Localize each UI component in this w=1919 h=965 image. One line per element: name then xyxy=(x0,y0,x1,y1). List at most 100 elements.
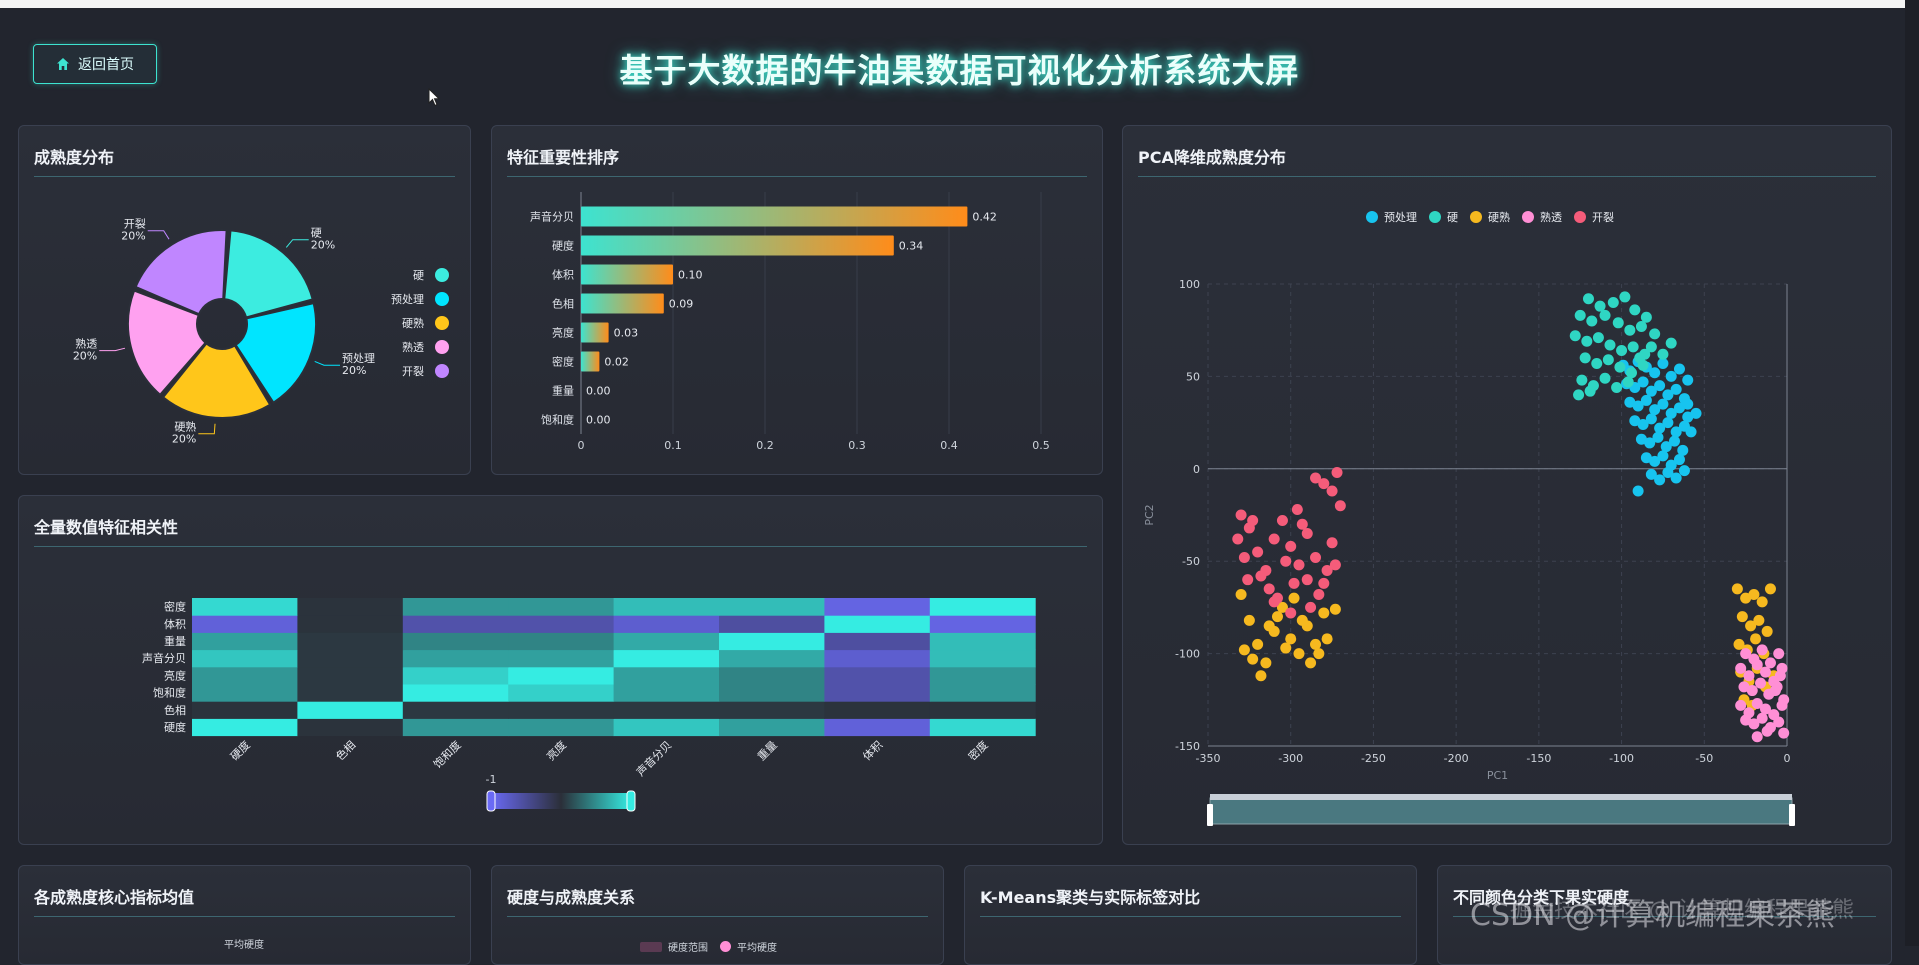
scatter-point[interactable] xyxy=(1670,472,1682,484)
scatter-point[interactable] xyxy=(1331,466,1343,478)
scatter-point[interactable] xyxy=(1252,546,1264,558)
scatter-legend-marker[interactable] xyxy=(1522,211,1534,223)
heatmap-cell[interactable] xyxy=(508,701,615,719)
scatter-point[interactable] xyxy=(1310,552,1322,564)
heatmap-cell[interactable] xyxy=(508,649,615,668)
heatmap-cell[interactable] xyxy=(192,701,298,719)
scatter-point[interactable] xyxy=(1599,309,1611,321)
scatter-point[interactable] xyxy=(1640,311,1652,323)
scatter-point[interactable] xyxy=(1751,659,1763,671)
heatmap-cell[interactable] xyxy=(613,649,720,668)
heatmap-cell[interactable] xyxy=(719,649,825,668)
scatter-point[interactable] xyxy=(1260,657,1272,669)
scatter-point[interactable] xyxy=(1276,515,1288,527)
heatmap-cell[interactable] xyxy=(719,632,825,651)
heatmap-cell[interactable] xyxy=(402,684,509,702)
heatmap-cell[interactable] xyxy=(929,649,1036,668)
scatter-point[interactable] xyxy=(1616,345,1628,357)
scatter-point[interactable] xyxy=(1285,633,1297,645)
heatmap-cell[interactable] xyxy=(192,615,298,633)
visualmap-handle-min[interactable] xyxy=(486,790,496,812)
scatter-point[interactable] xyxy=(1263,583,1275,595)
scatter-point[interactable] xyxy=(1285,540,1297,552)
scatter-point[interactable] xyxy=(1288,577,1300,589)
heatmap-cell[interactable] xyxy=(613,666,720,685)
scatter-point[interactable] xyxy=(1624,324,1636,336)
window-scrollbar-track[interactable] xyxy=(1905,0,1919,946)
heatmap-cell[interactable] xyxy=(297,718,404,737)
heatmap-cell[interactable] xyxy=(192,632,298,651)
scatter-point[interactable] xyxy=(1635,321,1647,333)
heatmap-cell[interactable] xyxy=(297,666,404,685)
pie-legend-marker[interactable] xyxy=(435,364,449,378)
heatmap-cell[interactable] xyxy=(297,632,404,651)
zoom-handle-left[interactable] xyxy=(1207,804,1213,826)
heatmap-cell[interactable] xyxy=(719,615,825,633)
heatmap-cell[interactable] xyxy=(824,684,931,702)
scatter-point[interactable] xyxy=(1293,559,1305,571)
scatter-point[interactable] xyxy=(1238,552,1250,564)
heatmap-cell[interactable] xyxy=(929,666,1036,685)
scatter-point[interactable] xyxy=(1591,357,1603,369)
scatter-point[interactable] xyxy=(1685,426,1697,438)
bar-mark[interactable] xyxy=(581,264,673,285)
heatmap-cell[interactable] xyxy=(929,718,1036,737)
scatter-legend-marker[interactable] xyxy=(1470,211,1482,223)
heatmap-cell[interactable] xyxy=(508,632,615,651)
bar-mark[interactable] xyxy=(581,322,609,343)
scatter-point[interactable] xyxy=(1592,332,1604,344)
scatter-point[interactable] xyxy=(1329,559,1341,571)
scatter-point[interactable] xyxy=(1313,588,1325,600)
heatmap-cell[interactable] xyxy=(824,649,931,668)
scatter-point[interactable] xyxy=(1764,583,1776,595)
scatter-point[interactable] xyxy=(1329,603,1341,615)
heatmap-cell[interactable] xyxy=(508,615,615,633)
scatter-point[interactable] xyxy=(1750,633,1762,645)
scatter-point[interactable] xyxy=(1735,662,1747,674)
importance-bar-chart[interactable]: 0 0.1 0.2 0.3 0.4 0.5 声音分贝 0.42 硬度 0.34 体积 0.10 色相 0.… xyxy=(492,126,1102,474)
heatmap-cell[interactable] xyxy=(508,666,615,685)
scatter-point[interactable] xyxy=(1305,657,1317,669)
ripeness-pie-chart[interactable]: 硬20%预处理20%硬熟20%熟透20%开裂20%硬预处理硬熟熟透开裂 xyxy=(19,126,470,474)
heatmap-cell[interactable] xyxy=(824,718,931,737)
scatter-point[interactable] xyxy=(1731,583,1743,595)
scatter-point[interactable] xyxy=(1586,315,1598,327)
heatmap-cell[interactable] xyxy=(824,632,931,651)
pie-legend-marker[interactable] xyxy=(435,268,449,282)
scatter-point[interactable] xyxy=(1629,304,1641,316)
scatter-point[interactable] xyxy=(1746,685,1758,697)
scatter-legend-marker[interactable] xyxy=(1429,211,1441,223)
scatter-point[interactable] xyxy=(1761,625,1773,637)
scatter-point[interactable] xyxy=(1652,431,1664,443)
heatmap-cell[interactable] xyxy=(402,666,509,685)
scatter-point[interactable] xyxy=(1670,383,1682,395)
heatmap-cell[interactable] xyxy=(508,598,615,616)
heatmap-cell[interactable] xyxy=(192,684,298,702)
scatter-point[interactable] xyxy=(1268,596,1280,608)
scatter-point[interactable] xyxy=(1657,348,1669,360)
heatmap-cell[interactable] xyxy=(402,701,509,719)
scatter-point[interactable] xyxy=(1313,648,1325,660)
scatter-point[interactable] xyxy=(1318,607,1330,619)
visualmap-handle-max[interactable] xyxy=(626,790,636,812)
heatmap-cell[interactable] xyxy=(192,718,298,737)
scatter-point[interactable] xyxy=(1632,485,1644,497)
heatmap-cell[interactable] xyxy=(929,684,1036,702)
heatmap-cell[interactable] xyxy=(297,615,404,633)
scatter-point[interactable] xyxy=(1296,518,1308,530)
pie-legend-marker[interactable] xyxy=(435,340,449,354)
scatter-point[interactable] xyxy=(1627,341,1639,353)
scatter-point[interactable] xyxy=(1581,335,1593,347)
bar-mark[interactable] xyxy=(581,351,600,372)
heatmap-cell[interactable] xyxy=(719,701,825,719)
scatter-point[interactable] xyxy=(1759,666,1771,678)
scatter-point[interactable] xyxy=(1645,341,1657,353)
scatter-point[interactable] xyxy=(1326,537,1338,549)
pie-legend-marker[interactable] xyxy=(435,292,449,306)
scatter-point[interactable] xyxy=(1321,633,1333,645)
scatter-point[interactable] xyxy=(1654,474,1666,486)
scatter-point[interactable] xyxy=(1252,638,1264,650)
zoom-handle-right[interactable] xyxy=(1789,804,1795,826)
zoom-slider-bar[interactable] xyxy=(1210,794,1792,800)
heatmap-cell[interactable] xyxy=(613,598,720,616)
